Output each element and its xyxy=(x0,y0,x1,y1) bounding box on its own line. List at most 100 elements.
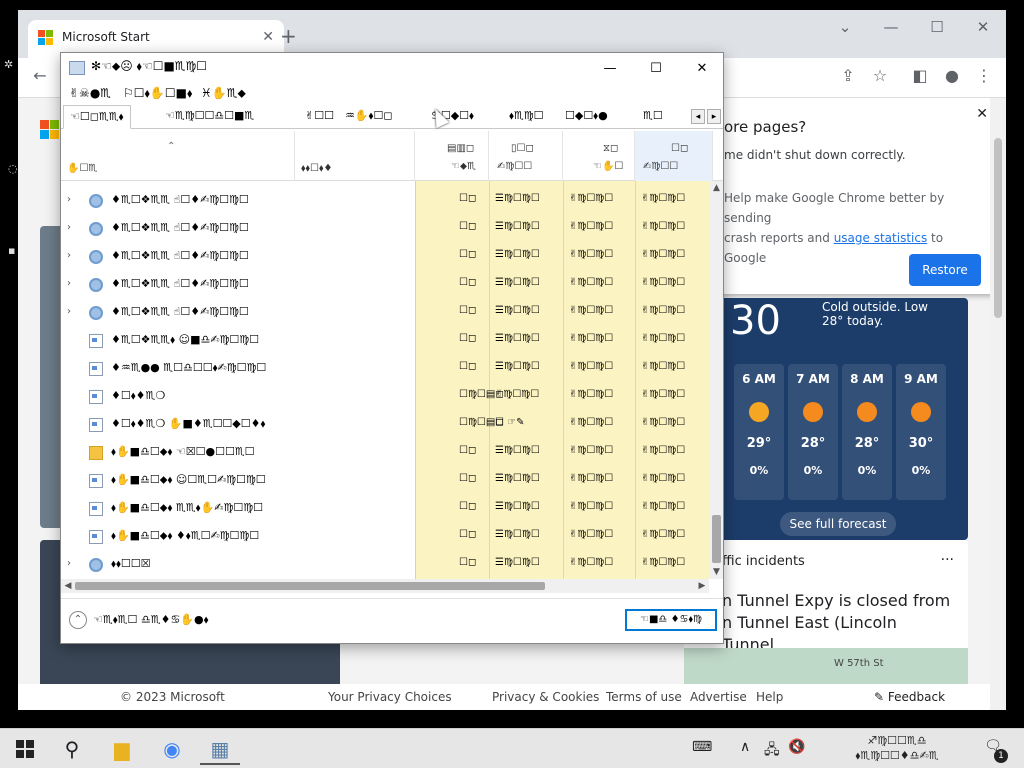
tab-app-history[interactable]: ✌☐☐ xyxy=(299,105,340,129)
minimize-button[interactable]: — xyxy=(587,55,633,83)
more-options-icon[interactable]: ··· xyxy=(941,552,954,568)
traffic-headline[interactable]: n Tunnel Expy is closed from n Tunnel Ea… xyxy=(722,590,962,656)
help-link[interactable]: Help xyxy=(756,690,783,704)
table-row[interactable]: › ⬧⬧☐☐☒ ☐◻ ☰♍☐♍☐ ✌♍☐♍☐ ✌♍☐♍☐ xyxy=(61,551,713,579)
weather-card[interactable]: 30 Cold outside. Low 28° today. 6 AM 29°… xyxy=(712,298,968,540)
table-row[interactable]: ⬧✋■♎☐⬥⬧ ☜☒☐●☐☐♏☐ ☐◻ ☰♍☐♍☐ ✌♍☐♍☐ ✌♍☐♍☐ xyxy=(61,439,713,467)
table-row[interactable]: ♦☐⬧♦♏❍ ✋■♦♏☐☐◆☐♦⬧ ☐♍☐▤◻ ☐ ☞✎ ✌♍☐♍☐ ✌♍☐♍☐ xyxy=(61,411,713,439)
tab-scroll-right-button[interactable]: ▸ xyxy=(707,109,721,124)
table-row[interactable]: ⬧✋■♎☐⬥⬧ ☺☐♏☐✍♍☐♍☐ ☐◻ ☰♍☐♍☐ ✌♍☐♍☐ ✌♍☐♍☐ xyxy=(61,467,713,495)
keyboard-icon[interactable]: ⌨ xyxy=(692,739,712,755)
expand-arrow-icon[interactable]: › xyxy=(67,306,71,317)
tab-services[interactable]: ☐◆☐⬧● xyxy=(559,105,614,129)
vertical-scrollbar[interactable]: ▲ ▼ xyxy=(709,181,723,579)
scroll-down-icon[interactable]: ▼ xyxy=(709,565,723,579)
close-window-button[interactable]: ✕ xyxy=(968,18,998,36)
end-task-button[interactable]: ☜■♎ ♦♋⬧♍ xyxy=(625,609,717,631)
network-value: ✌♍☐♍☐ xyxy=(641,361,686,372)
close-window-button[interactable]: ✕ xyxy=(679,55,723,83)
column-header-memory[interactable]: ▯☐◻ ✍♍☐☐ xyxy=(489,131,563,181)
chevron-up-icon[interactable]: ⌃ xyxy=(69,611,87,629)
table-row[interactable]: › ♦♏☐❖♏♏ ☝☐♦✍♍☐♍☐ ☐◻ ☰♍☐♍☐ ✌♍☐♍☐ ✌♍☐♍☐ xyxy=(61,243,713,271)
chevron-up-icon[interactable]: ∧ xyxy=(740,739,750,755)
memory-value: ☰♍☐♍☐ xyxy=(495,473,540,484)
disk-value: ✌♍☐♍☐ xyxy=(569,305,614,316)
new-tab-button[interactable]: + xyxy=(280,24,297,48)
table-row[interactable]: ⬧✋■♎☐⬥⬧ ♦⬧♏☐✍♍☐♍☐ ☐◻ ☰♍☐♍☐ ✌♍☐♍☐ ✌♍☐♍☐ xyxy=(61,523,713,551)
hour-card[interactable]: 7 AM 28° 0% xyxy=(788,364,838,500)
chrome-icon[interactable]: ◉ xyxy=(152,733,192,765)
see-full-forecast-button[interactable]: See full forecast xyxy=(780,512,896,536)
expand-arrow-icon[interactable]: › xyxy=(67,194,71,205)
file-explorer-icon[interactable]: ▆ xyxy=(102,733,142,765)
column-header-cpu[interactable]: ▤▥◻ ☜⬥♏ xyxy=(415,131,489,181)
start-button[interactable] xyxy=(16,740,34,758)
fewer-details-link[interactable]: ☜♏⬧♏☐ ♎♏♦♋✋●⬧ xyxy=(93,613,209,627)
bookmark-star-icon[interactable]: ☆ xyxy=(868,66,892,85)
back-arrow-icon[interactable]: ← xyxy=(28,66,52,85)
network-icon[interactable]: 🖧 xyxy=(764,739,780,763)
microsoft-logo-icon[interactable] xyxy=(40,120,60,140)
traffic-title[interactable]: ffic incidents xyxy=(722,554,805,569)
minimize-button[interactable]: — xyxy=(876,18,906,36)
tab-startup[interactable]: ♒✋⬧☐◻ xyxy=(339,105,399,129)
scroll-left-icon[interactable]: ◀ xyxy=(61,579,75,593)
maximize-button[interactable]: ☐ xyxy=(633,55,679,83)
side-panel-icon[interactable]: ◧ xyxy=(908,66,932,85)
volume-muted-icon[interactable]: 🔇 xyxy=(788,739,805,755)
search-icon[interactable]: ⚲ xyxy=(52,733,92,765)
usage-statistics-link[interactable]: usage statistics xyxy=(834,231,928,245)
hour-card[interactable]: 9 AM 30° 0% xyxy=(896,364,946,500)
column-header-name[interactable]: ⌃ ✋☐♏ xyxy=(61,131,295,181)
menu-item[interactable]: ✌☠●♏ xyxy=(69,86,111,100)
table-row[interactable]: › ♦♏☐❖♏♏ ☝☐♦✍♍☐♍☐ ☐◻ ☰♍☐♍☐ ✌♍☐♍☐ ✌♍☐♍☐ xyxy=(61,215,713,243)
profile-icon[interactable]: ● xyxy=(940,66,964,85)
page-scrollbar[interactable] xyxy=(990,98,1006,710)
table-row[interactable]: ♦♏☐❖♏♏⬧ ☺■♎✍♍☐♍☐ ☐◻ ☰♍☐♍☐ ✌♍☐♍☐ ✌♍☐♍☐ xyxy=(61,327,713,355)
table-row[interactable]: ♦☐⬧♦♏❍ ☐♍☐▤◻ ✌♍☐♍☐ ✌♍☐♍☐ ✌♍☐♍☐ xyxy=(61,383,713,411)
menu-item[interactable]: ♓✋♏⬥ xyxy=(201,86,246,101)
maximize-button[interactable]: ☐ xyxy=(922,18,952,36)
privacy-cookies-link[interactable]: Privacy & Cookies xyxy=(492,690,599,704)
terms-link[interactable]: Terms of use xyxy=(606,690,682,704)
restore-button[interactable]: Restore xyxy=(909,254,981,286)
close-tab-icon[interactable]: ✕ xyxy=(262,29,274,45)
scroll-up-icon[interactable]: ▲ xyxy=(709,181,723,195)
hour-card[interactable]: 8 AM 28° 0% xyxy=(842,364,892,500)
expand-arrow-icon[interactable]: › xyxy=(67,250,71,261)
tab-processes[interactable]: ☜☐◻♏♏⬧ xyxy=(63,105,131,129)
expand-arrow-icon[interactable]: › xyxy=(67,278,71,289)
tab-performance[interactable]: ☜♏♍☐☐♎☐■♏ xyxy=(159,105,260,129)
scrollbar-thumb[interactable] xyxy=(75,582,545,590)
share-icon[interactable]: ⇪ xyxy=(836,66,860,85)
tab-scroll-left-button[interactable]: ◂ xyxy=(691,109,705,124)
tab-more[interactable]: ♏☐ xyxy=(637,105,669,129)
table-row[interactable]: › ♦♏☐❖♏♏ ☝☐♦✍♍☐♍☐ ☐◻ ☰♍☐♍☐ ✌♍☐♍☐ ✌♍☐♍☐ xyxy=(61,299,713,327)
hour-card[interactable]: 6 AM 29° 0% xyxy=(734,364,784,500)
column-header-status[interactable]: ⬧⬧☐⬧♦ xyxy=(295,131,415,181)
table-row[interactable]: ♦♒♏●● ♏☐♎☐☐⬧✍♍☐♍☐ ☐◻ ☰♍☐♍☐ ✌♍☐♍☐ ✌♍☐♍☐ xyxy=(61,355,713,383)
table-row[interactable]: › ♦♏☐❖♏♏ ☝☐♦✍♍☐♍☐ ☐◻ ☰♍☐♍☐ ✌♍☐♍☐ ✌♍☐♍☐ xyxy=(61,271,713,299)
scroll-right-icon[interactable]: ▶ xyxy=(695,579,709,593)
network-value: ✌♍☐♍☐ xyxy=(641,501,686,512)
scrollbar-thumb[interactable] xyxy=(712,515,721,563)
feedback-button[interactable]: ✎ Feedback xyxy=(862,684,980,710)
column-header-network[interactable]: ☐◻ ✍♍☐☐ xyxy=(635,131,713,181)
close-icon[interactable]: ✕ xyxy=(976,106,988,122)
chevron-down-icon[interactable]: ⌄ xyxy=(830,18,860,36)
advertise-link[interactable]: Advertise xyxy=(690,690,747,704)
traffic-card[interactable]: ffic incidents ··· n Tunnel Expy is clos… xyxy=(684,540,968,700)
expand-arrow-icon[interactable]: › xyxy=(67,222,71,233)
expand-arrow-icon[interactable]: › xyxy=(67,558,71,569)
table-row[interactable]: › ♦♏☐❖♏♏ ☝☐♦✍♍☐♍☐ ☐◻ ☰♍☐♍☐ ✌♍☐♍☐ ✌♍☐♍☐ xyxy=(61,187,713,215)
table-row[interactable]: ⬧✋■♎☐⬥⬧ ♏♏⬧✋✍♍☐♍☐ ☐◻ ☰♍☐♍☐ ✌♍☐♍☐ ✌♍☐♍☐ xyxy=(61,495,713,523)
task-manager-taskbar-icon[interactable]: ▦ xyxy=(200,733,240,765)
scrollbar-thumb[interactable] xyxy=(994,138,1002,318)
column-header-disk[interactable]: ⧖◻ ☜✋☐ xyxy=(563,131,635,181)
privacy-choices-link[interactable]: Your Privacy Choices xyxy=(328,690,452,704)
tab-details[interactable]: ⬧♏♍☐ xyxy=(503,105,550,129)
menu-dots-icon[interactable]: ⋮ xyxy=(972,66,996,85)
horizontal-scrollbar[interactable]: ◀ ▶ xyxy=(61,579,709,593)
clock[interactable]: ♐♍☐☐♏♎ ⬧♏♍☐☐♦♎✍♏ xyxy=(852,733,942,763)
menu-item[interactable]: ⚐☐⬧✋☐■⬧ xyxy=(123,86,192,101)
